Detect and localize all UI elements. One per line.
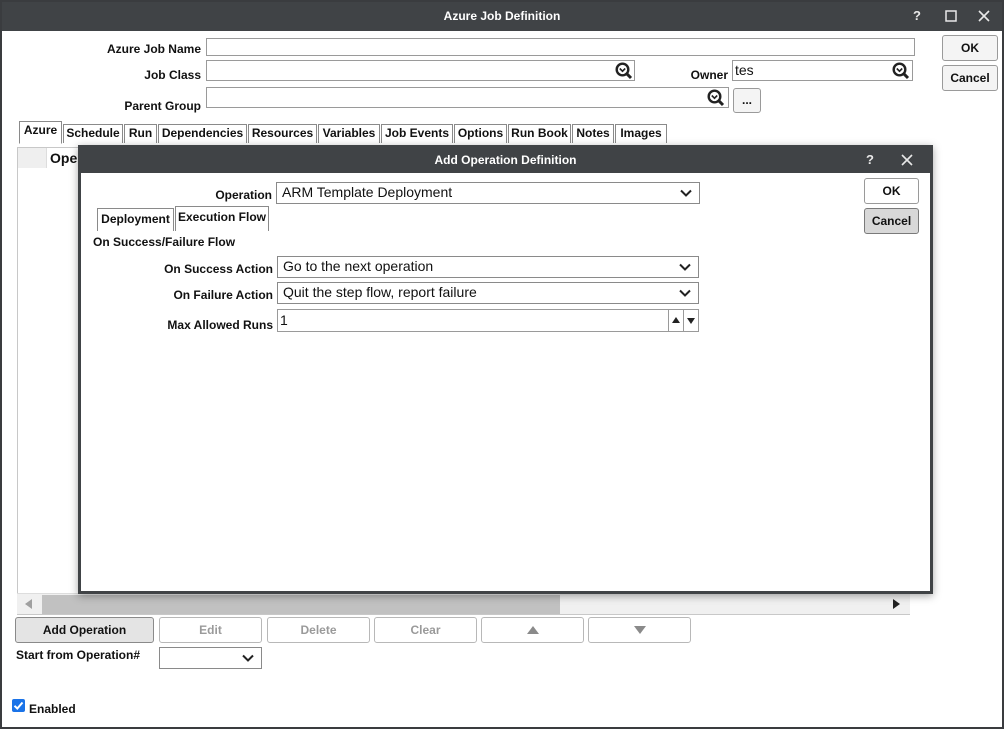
max-runs-input[interactable]: 1 [277, 309, 699, 332]
on-failure-value: Quit the step flow, report failure [283, 284, 477, 300]
close-icon[interactable] [973, 6, 995, 26]
parent-group-lookup-icon[interactable] [707, 89, 725, 107]
operation-label: Operation [215, 188, 272, 202]
tab-dependencies[interactable]: Dependencies [158, 124, 247, 143]
job-class-lookup-icon[interactable] [615, 62, 633, 80]
start-from-label: Start from Operation# [16, 648, 141, 662]
on-failure-select[interactable]: Quit the step flow, report failure [277, 282, 699, 304]
grid-horizontal-scrollbar[interactable] [17, 593, 910, 614]
move-down-button[interactable] [588, 617, 691, 643]
grid-row-header [18, 148, 47, 168]
tab-notes[interactable]: Notes [572, 124, 614, 143]
clear-button[interactable]: Clear [374, 617, 477, 643]
subtab-deployment[interactable]: Deployment [97, 208, 174, 231]
tab-run-book[interactable]: Run Book [508, 124, 571, 143]
owner-label: Owner [690, 68, 728, 82]
stepper-up-icon [672, 317, 680, 323]
owner-input[interactable]: tes [732, 60, 913, 81]
tab-job-events[interactable]: Job Events [381, 124, 453, 143]
tab-resources[interactable]: Resources [248, 124, 317, 143]
dialog-cancel-button[interactable]: Cancel [864, 208, 919, 234]
move-up-button[interactable] [481, 617, 584, 643]
tab-run[interactable]: Run [124, 124, 157, 143]
dialog-ok-button[interactable]: OK [864, 178, 919, 204]
section-title: On Success/Failure Flow [93, 235, 236, 249]
parent-group-browse-button[interactable]: ... [733, 88, 761, 113]
dialog-title: Add Operation Definition [434, 153, 577, 167]
on-success-select[interactable]: Go to the next operation [277, 256, 699, 278]
window-title: Azure Job Definition [443, 9, 561, 23]
add-operation-button[interactable]: Add Operation [15, 617, 154, 643]
owner-lookup-icon[interactable] [892, 62, 910, 80]
stepper-up-button[interactable] [668, 310, 683, 331]
parent-group-label: Parent Group [124, 99, 201, 113]
job-class-input[interactable] [206, 60, 635, 81]
parent-group-input[interactable] [206, 87, 729, 108]
chevron-down-icon [679, 263, 691, 271]
on-success-label: On Success Action [164, 262, 273, 276]
subtab-execution-flow[interactable]: Execution Flow [175, 206, 269, 231]
enabled-label: Enabled [29, 702, 76, 716]
maximize-icon[interactable] [940, 6, 962, 26]
arrow-up-icon [526, 626, 539, 634]
chevron-down-icon [680, 189, 692, 197]
chevron-down-icon [242, 654, 254, 662]
stepper-down-button[interactable] [683, 310, 698, 331]
scroll-thumb[interactable] [42, 595, 560, 614]
checkmark-icon [13, 701, 24, 710]
job-name-input[interactable] [206, 38, 915, 56]
arrow-down-icon [633, 626, 646, 634]
delete-button[interactable]: Delete [267, 617, 370, 643]
stepper-down-icon [687, 318, 695, 324]
scroll-left-icon[interactable] [25, 599, 33, 609]
grid-column-header[interactable]: Ope [50, 150, 77, 166]
edit-button[interactable]: Edit [159, 617, 262, 643]
tab-schedule[interactable]: Schedule [63, 124, 123, 143]
start-from-select[interactable] [159, 647, 262, 669]
tab-variables[interactable]: Variables [318, 124, 380, 143]
job-class-label: Job Class [144, 68, 201, 82]
dialog-close-icon[interactable] [901, 154, 913, 166]
scroll-right-icon[interactable] [892, 599, 900, 609]
azure-job-definition-window: Azure Job Definition ? Azure Job Name Jo… [0, 0, 1004, 729]
chevron-down-icon [679, 289, 691, 297]
help-icon[interactable]: ? [906, 6, 928, 26]
tab-options[interactable]: Options [454, 124, 507, 143]
ok-button[interactable]: OK [942, 35, 998, 61]
operation-value: ARM Template Deployment [282, 184, 453, 200]
on-failure-label: On Failure Action [173, 288, 273, 302]
dialog-titlebar[interactable]: Add Operation Definition ? [81, 148, 930, 173]
on-success-value: Go to the next operation [283, 258, 434, 274]
operation-select[interactable]: ARM Template Deployment [276, 182, 700, 204]
max-runs-label: Max Allowed Runs [167, 318, 273, 332]
max-runs-value: 1 [280, 312, 288, 328]
dialog-help-icon[interactable]: ? [866, 152, 874, 167]
enabled-checkbox[interactable] [12, 699, 25, 712]
add-operation-dialog: Add Operation Definition ? Operation ARM… [78, 145, 933, 594]
cancel-button[interactable]: Cancel [942, 65, 998, 91]
job-name-label: Azure Job Name [106, 42, 201, 56]
window-titlebar[interactable]: Azure Job Definition ? [2, 2, 1002, 31]
tab-azure[interactable]: Azure [19, 121, 62, 144]
tab-images[interactable]: Images [615, 124, 667, 143]
